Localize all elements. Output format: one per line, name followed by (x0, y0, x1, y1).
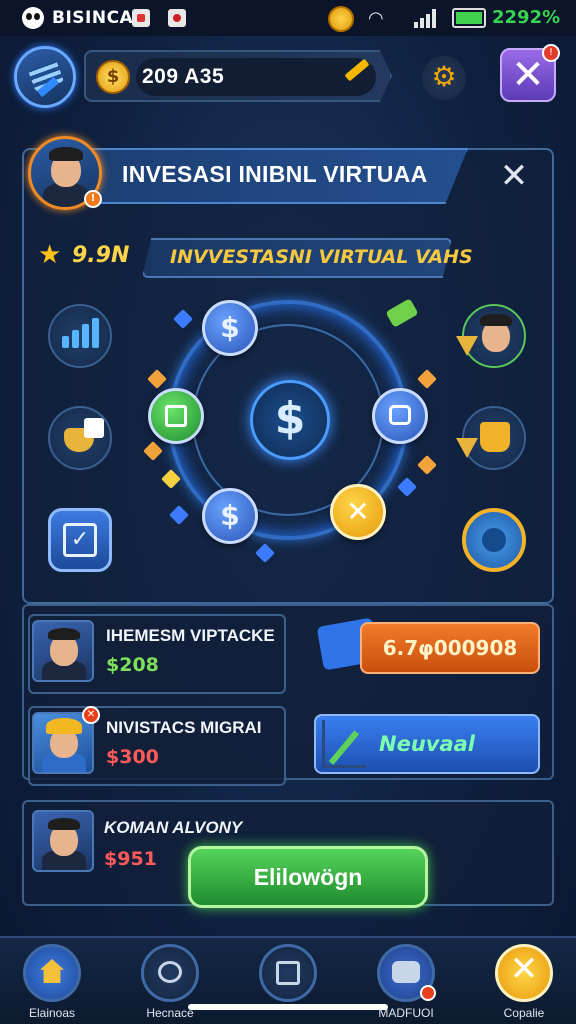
wifi-icon: ◠ (368, 8, 384, 29)
balance-bar[interactable]: $ 209 A35 (84, 50, 392, 102)
trophy-icon (480, 422, 510, 452)
home-indicator[interactable] (188, 1004, 388, 1010)
offer-price: $300 (106, 746, 159, 768)
panel-close-button[interactable]: ✕ (494, 156, 534, 196)
calendar-orb[interactable] (148, 388, 204, 444)
wallet-orb[interactable] (372, 388, 428, 444)
offer-name: NIVISTACS MIGRAI (106, 718, 262, 737)
coin-icon: $ (96, 60, 130, 94)
balance-amount: 209 A35 (142, 65, 225, 88)
top-bar: $ 209 A35 ⚙ ✕ ! (0, 40, 576, 110)
panel-title: INVESASI INIBNL VIRTUAA (122, 161, 428, 187)
dollar-orb-top[interactable]: $ (202, 300, 258, 356)
settings-button[interactable]: ⚙ (422, 56, 466, 100)
player-avatar[interactable] (14, 46, 76, 108)
close-button[interactable]: ✕ ! (500, 44, 560, 102)
offer-action-button[interactable]: 6.7φ000908 (360, 622, 540, 674)
dollar-orb-bottom[interactable]: $ (202, 488, 258, 544)
chat-icon (141, 944, 199, 1002)
cancel-orb[interactable]: ✕ (330, 484, 386, 540)
offer-price: $951 (104, 848, 157, 870)
stats-button[interactable] (48, 304, 112, 368)
battery-icon (452, 8, 486, 28)
offer-name: KOMAN ALVONY (104, 818, 243, 837)
carrier-name: BISINCA (52, 8, 134, 28)
battery-percent: 2292% (492, 7, 561, 28)
gear-icon: ⚙ (431, 60, 457, 93)
offer-avatar (32, 810, 94, 872)
nav-close[interactable]: ✕ Copalie (474, 944, 574, 1020)
nav-media[interactable] (238, 944, 338, 1006)
globe-icon (482, 528, 506, 552)
coin-icon (328, 6, 354, 32)
gallery-icon (168, 9, 186, 27)
subtitle-text: INVVESTASNI VIRTUAL VAHS (170, 246, 473, 268)
remove-icon[interactable]: ✕ (82, 706, 100, 724)
star-icon: ★ (38, 240, 62, 270)
globe-button[interactable] (462, 508, 526, 572)
checkbox-icon: ✓ (63, 523, 97, 557)
dollar-icon: $ (274, 393, 306, 444)
panda-icon (22, 7, 44, 29)
clapper-icon (259, 944, 317, 1002)
calendar-icon (165, 405, 187, 427)
controller-icon (377, 944, 436, 1002)
close-icon: ✕ (495, 944, 553, 1002)
hardhat-icon (46, 718, 82, 734)
rating-value: 9.9N (72, 243, 130, 268)
offer-name: IHEMESM VIPTACKE (106, 626, 275, 645)
offer-price: $208 (106, 654, 159, 676)
mask-button[interactable] (48, 406, 112, 470)
notification-icon (132, 9, 150, 27)
chart-icon (322, 720, 366, 768)
alert-icon: ! (84, 190, 102, 208)
status-bar: BISINCA ◠ 2292% (0, 0, 576, 36)
hub-center-button[interactable]: $ (250, 380, 330, 460)
bottom-navigation: Elainoas Hecnace MADFUOI ✕ Copalie (0, 936, 576, 1024)
nav-label: Copalie (503, 1006, 545, 1020)
checklist-button[interactable]: ✓ (48, 508, 112, 572)
wallet-icon (389, 405, 411, 425)
nav-home[interactable]: Elainoas (2, 944, 102, 1020)
nav-label: Elainoas (28, 1006, 76, 1020)
home-icon (23, 944, 81, 1002)
alert-badge: ! (542, 44, 560, 62)
signal-icon (414, 8, 440, 28)
offer-action-button[interactable]: Elilowögn (188, 846, 428, 908)
offer-avatar (32, 620, 94, 682)
